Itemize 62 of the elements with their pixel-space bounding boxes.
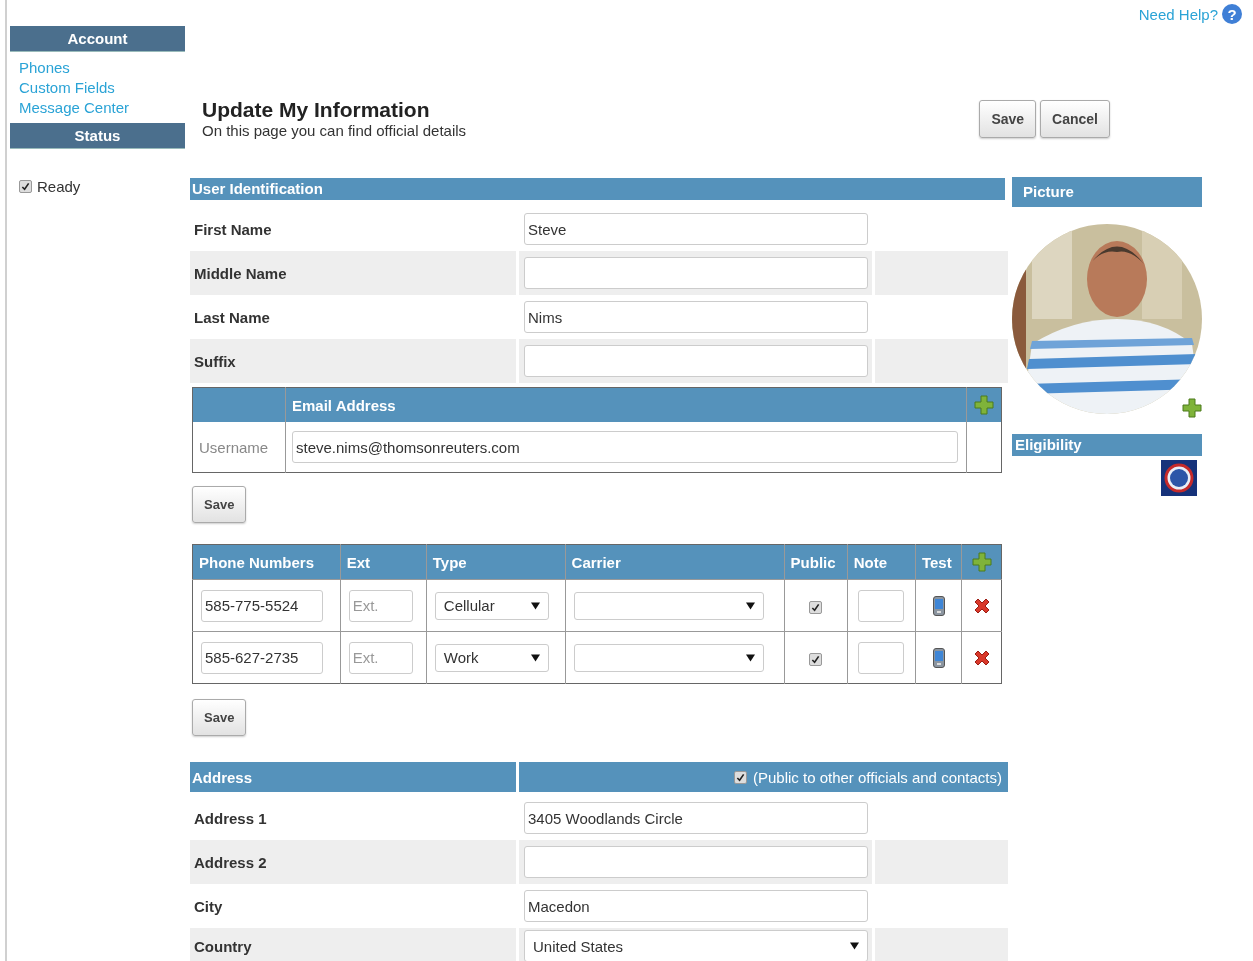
ext-field[interactable]: Ext. xyxy=(348,641,413,674)
phone-field[interactable]: 585-627-2735 xyxy=(201,641,323,674)
caret-icon xyxy=(530,653,540,662)
public-checkbox[interactable] xyxy=(809,652,823,666)
field-label: Middle Name xyxy=(194,264,287,282)
country-dropdown[interactable]: United States xyxy=(524,930,868,961)
column-header: Type xyxy=(432,553,467,571)
action-button[interactable]: Cancel xyxy=(1040,100,1110,138)
field-label: Country xyxy=(194,937,252,955)
field-label: Address 2 xyxy=(194,853,267,871)
logo-icon xyxy=(1161,460,1197,496)
input-field[interactable]: Nims xyxy=(524,301,868,333)
input-field[interactable] xyxy=(524,846,868,878)
note-field[interactable] xyxy=(858,641,905,674)
page-subtitle: On this page you can find official details xyxy=(202,122,467,140)
caret-icon xyxy=(745,653,755,662)
type-dropdown[interactable]: Cellular xyxy=(434,591,549,620)
email-field[interactable]: steve.nims@thomsonreuters.com xyxy=(292,431,958,463)
field-label: Address 1 xyxy=(194,809,267,827)
section-header: User Identification xyxy=(190,178,1005,200)
status-label: Ready xyxy=(37,178,81,195)
save-button[interactable]: Save xyxy=(192,486,247,523)
help-icon[interactable]: ? xyxy=(1222,4,1242,24)
add-icon[interactable] xyxy=(1182,398,1202,418)
ext-field[interactable]: Ext. xyxy=(348,589,413,622)
field-label: First Name xyxy=(194,220,272,238)
column-header: Test xyxy=(921,553,952,571)
input-field[interactable]: 3405 Woodlands Circle xyxy=(524,802,868,834)
public-label: (Public to other officials and contacts) xyxy=(752,768,1002,786)
input-field[interactable]: Macedon xyxy=(524,890,868,922)
column-header: Email Address xyxy=(292,396,396,414)
page-title: Update My Information xyxy=(202,98,431,122)
caret-icon xyxy=(745,601,755,610)
sidebar-heading: Account xyxy=(10,26,185,52)
input-field[interactable] xyxy=(524,257,868,289)
phone-field[interactable]: 585-775-5524 xyxy=(201,589,323,622)
public-checkbox[interactable] xyxy=(733,770,747,784)
save-button[interactable]: Save xyxy=(192,699,247,736)
field-label: Last Name xyxy=(194,308,270,326)
note-field[interactable] xyxy=(858,589,905,622)
mobile-phone-icon[interactable] xyxy=(932,595,945,616)
mobile-phone-icon[interactable] xyxy=(932,647,945,668)
section-header: Address xyxy=(192,768,253,786)
column-header: Public xyxy=(790,553,836,571)
field-label: Suffix xyxy=(194,352,236,370)
column-header: Ext xyxy=(346,553,370,571)
caret-icon xyxy=(530,601,540,610)
column-header: Phone Numbers xyxy=(199,553,315,571)
input-field[interactable] xyxy=(524,345,868,377)
email-label: Username xyxy=(199,438,269,456)
type-dropdown[interactable]: Work xyxy=(434,643,549,672)
section-header: Picture xyxy=(1012,177,1202,207)
section-header: Eligibility xyxy=(1012,434,1202,456)
action-button[interactable]: Save xyxy=(979,100,1037,138)
input-field[interactable]: Steve xyxy=(524,213,868,245)
sidebar-heading: Status xyxy=(10,123,185,149)
field-label: City xyxy=(194,897,223,915)
checkbox[interactable] xyxy=(19,180,32,193)
column-header: Note xyxy=(853,553,888,571)
column-header: Carrier xyxy=(571,553,621,571)
caret-icon xyxy=(850,942,859,950)
public-checkbox[interactable] xyxy=(809,600,823,614)
